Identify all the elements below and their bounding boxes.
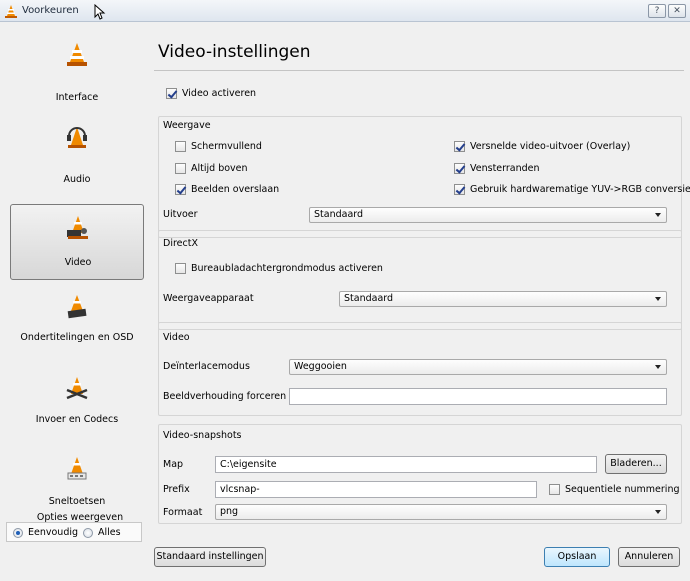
snapshot-format-label: Formaat: [163, 507, 203, 518]
snapshot-dir-input[interactable]: C:\eigensite: [215, 456, 597, 473]
sequential-numbering-option[interactable]: Sequentiele nummering: [549, 484, 680, 495]
fullscreen-checkbox[interactable]: [175, 141, 186, 152]
directx-group: DirectX Bureaubladachtergrondmodus activ…: [158, 230, 682, 330]
sidebar-item-subtitles[interactable]: Ondertitelingen en OSD: [10, 284, 144, 360]
sidebar-label-hotkeys: Sneltoetsen: [48, 496, 106, 507]
hw-yuv-label: Gebruik hardwarematige YUV->RGB conversi…: [470, 184, 690, 195]
view-simple-option[interactable]: Eenvoudig: [13, 527, 78, 538]
display-device-label: Weergaveapparaat: [163, 293, 254, 304]
snapshot-prefix-input[interactable]: vlcsnap-: [215, 481, 537, 498]
snapshots-group: Video-snapshots Map C:\eigensite Bladere…: [158, 424, 682, 524]
sequential-numbering-label: Sequentiele nummering: [565, 484, 680, 495]
view-options-radio-group: Eenvoudig Alles: [6, 522, 142, 542]
help-button[interactable]: ?: [648, 4, 666, 18]
chevron-down-icon: [655, 297, 661, 301]
always-on-top-option[interactable]: Altijd boven: [175, 163, 248, 174]
snapshot-prefix-label: Prefix: [163, 484, 190, 495]
accelerated-output-label: Versnelde video-uitvoer (Overlay): [470, 141, 631, 152]
video-group-title: Video: [163, 332, 190, 343]
cone-subtitles-icon: [67, 295, 87, 319]
category-sidebar: Interface Audio Video Ondertitelingen en…: [0, 22, 148, 581]
close-button[interactable]: ✕: [668, 4, 686, 18]
always-on-top-label: Altijd boven: [191, 163, 248, 174]
deinterlace-label: Deïnterlacemodus: [163, 361, 250, 372]
skip-frames-checkbox[interactable]: [175, 184, 186, 195]
sidebar-label-audio: Audio: [63, 174, 91, 185]
accelerated-output-option[interactable]: Versnelde video-uitvoer (Overlay): [454, 141, 630, 152]
window-decorations-checkbox[interactable]: [454, 163, 465, 174]
sidebar-label-subtitles: Ondertitelingen en OSD: [20, 332, 134, 343]
deinterlace-select[interactable]: Weggooien: [289, 359, 667, 375]
sidebar-item-interface[interactable]: Interface: [10, 32, 144, 108]
enable-video-label: Video activeren: [182, 88, 257, 99]
vlc-cone-icon: [5, 5, 17, 18]
display-device-value: Standaard: [344, 293, 394, 304]
snapshot-format-value: png: [220, 506, 239, 517]
deinterlace-value: Weggooien: [294, 361, 347, 372]
chevron-down-icon: [655, 213, 661, 217]
title-divider: [154, 70, 684, 71]
chevron-down-icon: [655, 510, 661, 514]
sidebar-item-audio[interactable]: Audio: [10, 114, 144, 190]
sidebar-item-input-codecs[interactable]: Invoer en Codecs: [10, 366, 144, 442]
snapshots-group-title: Video-snapshots: [163, 430, 242, 441]
title-bar: Voorkeuren ? ✕: [0, 0, 690, 22]
settings-panel: Video-instellingen Video activeren Weerg…: [148, 22, 690, 581]
save-button[interactable]: Opslaan: [544, 547, 610, 567]
sidebar-label-video: Video: [64, 257, 92, 268]
skip-frames-option[interactable]: Beelden overslaan: [175, 184, 279, 195]
wallpaper-mode-option[interactable]: Bureaubladachtergrondmodus activeren: [175, 263, 383, 274]
enable-video-checkbox[interactable]: [166, 88, 177, 99]
directx-group-title: DirectX: [163, 238, 198, 249]
cone-codecs-icon: [66, 377, 88, 400]
view-all-option[interactable]: Alles: [83, 527, 121, 538]
chevron-down-icon: [655, 365, 661, 369]
wallpaper-mode-label: Bureaubladachtergrondmodus activeren: [191, 263, 383, 274]
accelerated-output-checkbox[interactable]: [454, 141, 465, 152]
enable-video-option[interactable]: Video activeren: [166, 88, 256, 99]
hw-yuv-option[interactable]: Gebruik hardwarematige YUV->RGB conversi…: [454, 184, 690, 195]
view-all-radio[interactable]: [83, 527, 93, 538]
sequential-numbering-checkbox[interactable]: [549, 484, 560, 495]
snapshot-dir-label: Map: [163, 459, 184, 470]
display-group: Weergave Schermvullend Altijd boven Beel…: [158, 116, 690, 238]
view-simple-label: Eenvoudig: [28, 527, 79, 538]
sidebar-item-hotkeys[interactable]: Sneltoetsen: [10, 446, 144, 522]
fullscreen-option[interactable]: Schermvullend: [175, 141, 262, 152]
display-group-title: Weergave: [163, 120, 211, 131]
cancel-button[interactable]: Annuleren: [618, 547, 680, 567]
sidebar-label-input-codecs: Invoer en Codecs: [35, 414, 119, 425]
output-select[interactable]: Standaard: [309, 207, 667, 223]
mouse-pointer-icon: [94, 4, 106, 20]
reset-defaults-button[interactable]: Standaard instellingen: [154, 547, 266, 567]
output-label: Uitvoer: [163, 209, 198, 220]
cone-headphones-icon: [67, 127, 87, 148]
hw-yuv-checkbox[interactable]: [454, 184, 465, 195]
wallpaper-mode-checkbox[interactable]: [175, 263, 186, 274]
window-decorations-option[interactable]: Vensterranden: [454, 163, 540, 174]
page-title: Video-instellingen: [158, 42, 311, 62]
cone-hotkeys-icon: [67, 457, 87, 480]
view-simple-radio[interactable]: [13, 527, 23, 538]
always-on-top-checkbox[interactable]: [175, 163, 186, 174]
cone-icon: [67, 43, 87, 66]
display-device-select[interactable]: Standaard: [339, 291, 667, 307]
cone-video-icon: [67, 216, 88, 239]
sidebar-item-video[interactable]: Video: [10, 204, 144, 280]
fullscreen-label: Schermvullend: [191, 141, 262, 152]
snapshot-format-select[interactable]: png: [215, 504, 667, 520]
window-title: Voorkeuren: [22, 5, 79, 16]
sidebar-label-interface: Interface: [55, 92, 99, 103]
video-group: Video Deïnterlacemodus Weggooien Beeldve…: [158, 322, 682, 416]
browse-button[interactable]: Bladeren...: [605, 454, 667, 474]
aspect-ratio-label: Beeldverhouding forceren: [163, 391, 287, 402]
view-all-label: Alles: [98, 527, 121, 538]
skip-frames-label: Beelden overslaan: [191, 184, 280, 195]
output-select-value: Standaard: [314, 209, 364, 220]
window-decorations-label: Vensterranden: [470, 163, 540, 174]
aspect-ratio-input[interactable]: [289, 388, 667, 405]
